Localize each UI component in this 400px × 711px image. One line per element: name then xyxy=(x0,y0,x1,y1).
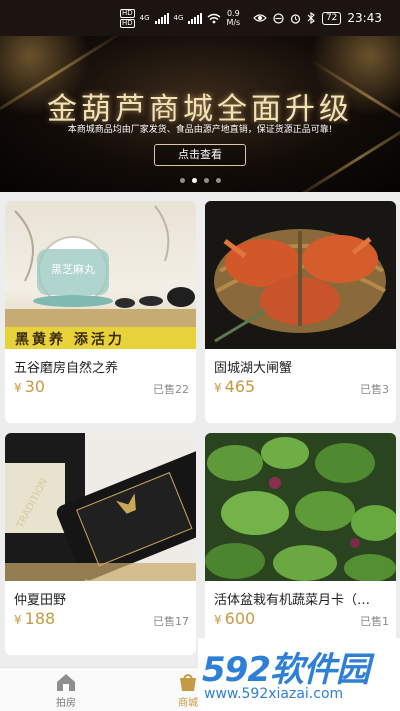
product-photo-sesame xyxy=(5,205,196,349)
status-time: 23:43 xyxy=(347,11,382,25)
product-name: 活体盆栽有机蔬菜月卡（… xyxy=(214,593,371,608)
price-value: 30 xyxy=(24,377,45,396)
currency-symbol: ¥ xyxy=(214,381,222,395)
mall-icon xyxy=(180,674,196,691)
network-type-2: 4G xyxy=(173,14,184,22)
product-price: ¥30 xyxy=(14,377,45,396)
product-image-caption: 黑黄养 添活力 xyxy=(15,332,125,348)
signal-icon-2 xyxy=(188,12,203,24)
battery-level: 72 xyxy=(321,11,342,25)
banner-pagination xyxy=(0,178,400,183)
sold-count: 已售22 xyxy=(153,383,189,396)
product-image xyxy=(205,433,396,581)
price-value: 188 xyxy=(24,609,56,628)
product-price: ¥465 xyxy=(214,377,255,396)
product-photo-vegetables xyxy=(205,433,396,581)
status-right: 72 23:43 xyxy=(253,11,382,25)
pagination-dot[interactable] xyxy=(215,178,221,183)
pagination-dot[interactable] xyxy=(179,178,185,183)
product-card[interactable]: 活体盆栽有机蔬菜月卡（… ¥600 已售1 xyxy=(205,433,396,655)
home-icon xyxy=(57,674,75,691)
no-disturb-icon xyxy=(273,12,284,24)
alarm-icon xyxy=(290,13,301,24)
currency-symbol: ¥ xyxy=(14,381,22,395)
banner-view-button[interactable]: 点击查看 xyxy=(154,144,246,166)
product-image-label: 黑芝麻丸 xyxy=(51,263,95,276)
product-name: 仲夏田野 xyxy=(14,593,67,608)
product-name: 五谷磨房自然之养 xyxy=(14,361,119,376)
status-left: HD HD 4G 4G 0.9 M/s xyxy=(120,8,240,28)
currency-symbol: ¥ xyxy=(14,613,22,627)
promo-banner[interactable]: 金葫芦商城全面升级 本商城商品均由厂家发货、食品由源产地直销，保证货源正品可靠!… xyxy=(0,36,400,192)
watermark-number: 592 xyxy=(202,650,271,690)
product-image: 黑芝麻丸 黑黄养 添活力 xyxy=(5,201,196,349)
pagination-dot[interactable] xyxy=(203,178,209,183)
nav-item-home[interactable]: 拍房 xyxy=(26,672,106,709)
pagination-dot-active[interactable] xyxy=(191,178,197,183)
product-card[interactable]: 黑芝麻丸 黑黄养 添活力 五谷磨房自然之养 ¥30 已售22 xyxy=(5,201,196,423)
wifi-icon xyxy=(207,13,221,23)
product-image: TRADITION xyxy=(5,433,196,581)
product-card[interactable]: TRADITION 仲夏田野 ¥188 已售17 xyxy=(5,433,196,655)
product-price: ¥188 xyxy=(14,609,55,628)
speed-value: 0.9 xyxy=(226,9,240,18)
watermark-url: www.592xiazai.com xyxy=(204,686,344,702)
network-type-1: 4G xyxy=(139,14,150,22)
sold-count: 已售1 xyxy=(360,615,389,628)
product-price: ¥600 xyxy=(214,609,255,628)
price-value: 600 xyxy=(224,609,256,628)
sold-count: 已售3 xyxy=(360,383,389,396)
nav-label: 拍房 xyxy=(56,698,76,709)
sold-count: 已售17 xyxy=(153,615,189,628)
hd-badge-2: HD xyxy=(120,18,135,28)
signal-icon-1 xyxy=(154,12,169,24)
site-watermark: 592软件园 www.592xiazai.com xyxy=(198,638,400,711)
currency-symbol: ¥ xyxy=(214,613,222,627)
bluetooth-icon xyxy=(307,12,315,24)
nav-label: 商城 xyxy=(178,698,198,709)
price-value: 465 xyxy=(224,377,256,396)
product-card[interactable]: 固城湖大闸蟹 ¥465 已售3 xyxy=(205,201,396,423)
product-photo-crab xyxy=(205,201,396,349)
network-speed: 0.9 M/s xyxy=(226,9,240,27)
product-image xyxy=(205,201,396,349)
product-name: 固城湖大闸蟹 xyxy=(214,361,293,376)
speed-unit: M/s xyxy=(226,18,241,27)
banner-subtitle: 本商城商品均由厂家发货、食品由源产地直销，保证货源正品可靠! xyxy=(67,125,333,135)
watermark-text: 软件园 xyxy=(269,650,370,690)
eye-icon xyxy=(253,14,267,22)
watermark-logo: 592软件园 xyxy=(202,642,370,691)
hd-badge-1: HD xyxy=(120,8,135,18)
status-bar: HD HD 4G 4G 0.9 M/s 72 23:43 xyxy=(0,0,400,36)
